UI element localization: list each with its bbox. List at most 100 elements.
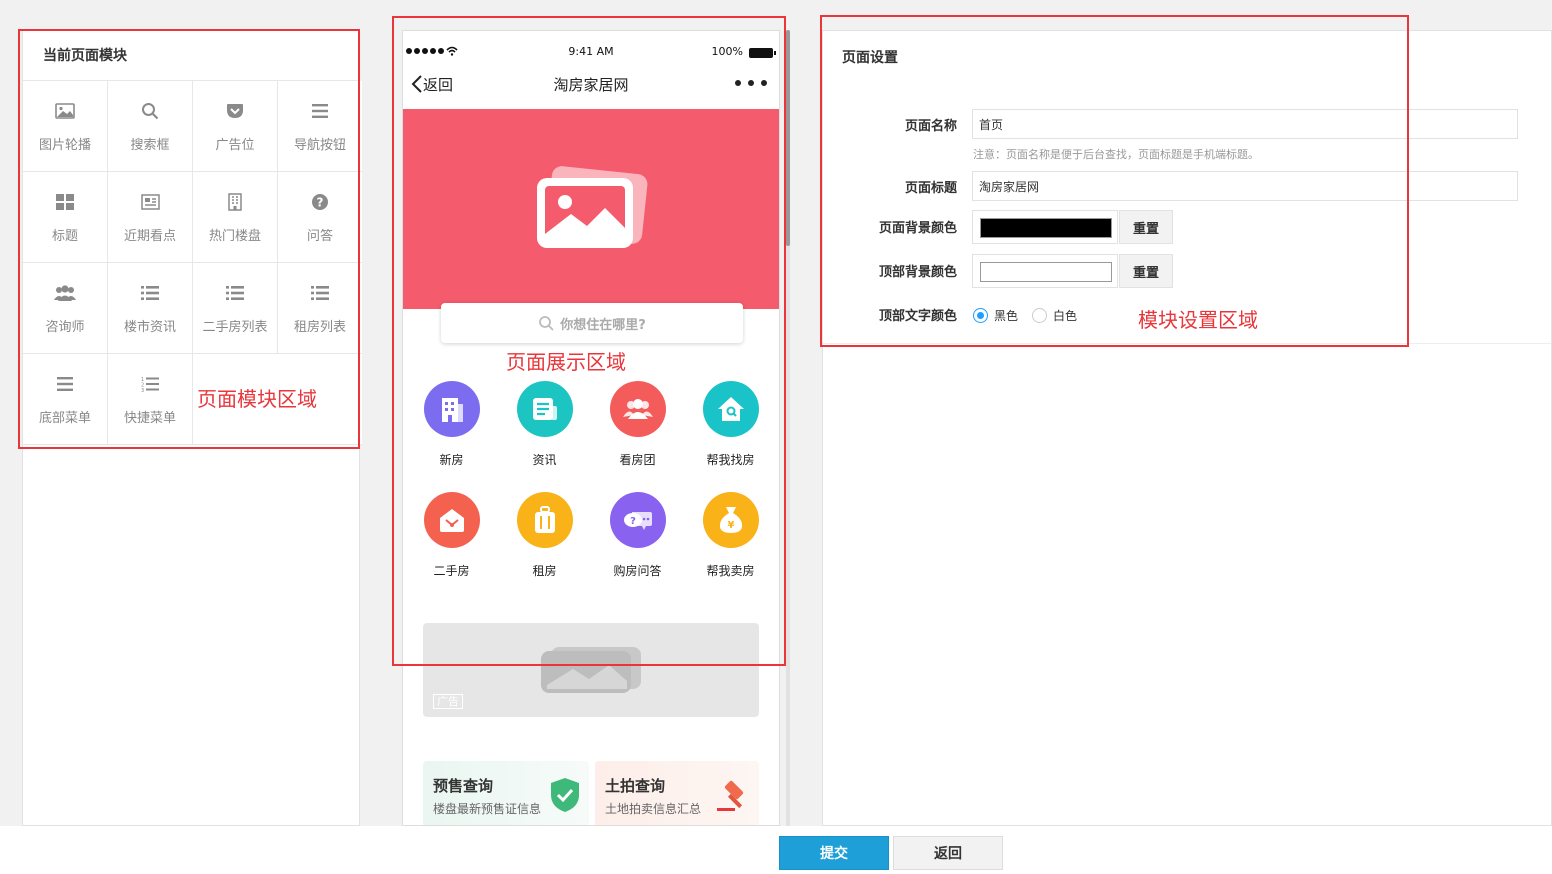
bg-color-reset-button[interactable]: 重置 <box>1119 210 1173 244</box>
preview-nav-item-5[interactable]: 二手房 <box>405 492 498 579</box>
preview-nav-item-1[interactable]: 新房 <box>405 381 498 468</box>
module-1[interactable]: 图片轮播 <box>23 81 107 171</box>
more-icon[interactable] <box>735 80 767 86</box>
bg-color-picker[interactable] <box>972 210 1118 244</box>
module-5[interactable]: 标题 <box>23 172 107 262</box>
module-11[interactable]: 二手房列表 <box>193 263 277 353</box>
svg-text:¥: ¥ <box>727 520 734 531</box>
module-7[interactable]: 热门楼盘 <box>193 172 277 262</box>
status-bar: 9:41 AM 100% <box>403 43 779 63</box>
module-6[interactable]: 近期看点 <box>108 172 192 262</box>
top-bg-color-reset-button[interactable]: 重置 <box>1119 254 1173 288</box>
preview-nav-label: 看房团 <box>619 453 656 467</box>
module-label: 导航按钮 <box>293 137 346 153</box>
radio-black-indicator[interactable] <box>973 308 988 323</box>
module-label: 近期看点 <box>123 228 176 244</box>
newspaper-icon <box>139 191 161 213</box>
group-icon <box>609 381 666 437</box>
top-text-color-radio-group: 黑色 白色 <box>973 307 1077 324</box>
preview-nav-item-7[interactable]: ? 购房问答 <box>591 492 684 579</box>
module-3[interactable]: 广告位 <box>193 81 277 171</box>
menu-icon <box>309 100 331 122</box>
module-14[interactable]: 1 2 3 快捷菜单 <box>108 354 192 444</box>
promo-land-card[interactable]: 土拍查询 土地拍卖信息汇总 <box>595 761 759 825</box>
module-4[interactable]: 导航按钮 <box>278 81 362 171</box>
preview-nav-label: 帮我找房 <box>706 453 755 467</box>
preview-nav-item-2[interactable]: 资讯 <box>498 381 591 468</box>
page-title-input[interactable] <box>972 171 1518 201</box>
module-label: 底部菜单 <box>38 410 91 426</box>
module-8[interactable]: ? 问答 <box>278 172 362 262</box>
radio-white-label: 白色 <box>1053 309 1078 323</box>
preview-nav-label: 资讯 <box>532 453 557 467</box>
settings-panel: 页面设置 页面名称 注意：页面名称是便于后台查找，页面标题是手机端标题。 页面标… <box>822 30 1552 826</box>
preview-nav-item-8[interactable]: ¥ 帮我卖房 <box>684 492 777 579</box>
module-12[interactable]: 租房列表 <box>278 263 362 353</box>
list-icon <box>309 282 331 304</box>
bg-color-swatch[interactable] <box>980 218 1112 238</box>
preview-nav-item-6[interactable]: 租房 <box>498 492 591 579</box>
module-label: 快捷菜单 <box>123 410 176 426</box>
preview-banner[interactable] <box>403 109 779 309</box>
preview-nav-item-3[interactable]: 看房团 <box>591 381 684 468</box>
search-icon <box>139 100 161 122</box>
module-label: 热门楼盘 <box>208 228 261 244</box>
page-name-input[interactable] <box>972 109 1518 139</box>
page-name-hint: 注意：页面名称是便于后台查找，页面标题是手机端标题。 <box>973 148 1259 161</box>
module-2[interactable]: 搜索框 <box>108 81 192 171</box>
building-icon <box>423 381 480 437</box>
top-bg-color-swatch[interactable] <box>980 262 1112 282</box>
battery-text: 100% <box>711 45 743 58</box>
settings-divider <box>823 343 1551 344</box>
radio-white[interactable]: 白色 <box>1032 307 1077 324</box>
return-button[interactable]: 返回 <box>893 836 1003 870</box>
luggage-icon <box>516 492 573 548</box>
svg-text:?: ? <box>317 195 324 209</box>
promo-presale-card[interactable]: 预售查询 楼盘最新预售证信息 <box>423 761 589 825</box>
module-label: 图片轮播 <box>38 137 91 153</box>
image-placeholder-icon <box>537 166 648 248</box>
menu-icon <box>54 373 76 395</box>
preview-search-box[interactable]: 你想住在哪里? <box>441 303 743 343</box>
module-9[interactable]: 咨询师 <box>23 263 107 353</box>
footer-bar: 提交 返回 <box>0 826 1552 874</box>
question-icon: ? <box>309 191 331 213</box>
module-area-annotation: 页面模块区域 <box>197 387 317 411</box>
preview-nav-item-4[interactable]: 帮我找房 <box>684 381 777 468</box>
preview-nav-label: 帮我卖房 <box>706 564 755 578</box>
radio-black-label: 黑色 <box>994 309 1019 323</box>
module-label: 租房列表 <box>293 319 346 335</box>
module-13[interactable]: 底部菜单 <box>23 354 107 444</box>
preview-nav-label: 购房问答 <box>613 564 662 578</box>
module-label: 问答 <box>306 228 333 244</box>
radio-white-indicator[interactable] <box>1032 308 1048 323</box>
pocket-icon <box>224 100 246 122</box>
submit-button[interactable]: 提交 <box>779 836 889 870</box>
module-label: 标题 <box>51 228 78 244</box>
list-icon <box>224 282 246 304</box>
news-icon <box>516 381 573 437</box>
preview-nav-label: 租房 <box>532 564 557 578</box>
radio-black[interactable]: 黑色 <box>973 307 1018 324</box>
list-icon <box>139 282 161 304</box>
top-bg-color-picker[interactable] <box>972 254 1118 288</box>
house-search-icon <box>702 381 759 437</box>
module-label: 二手房列表 <box>202 319 268 335</box>
preview-ad-slot[interactable]: 广告 <box>423 623 759 717</box>
battery-icon <box>749 48 776 58</box>
svg-text:?: ? <box>630 516 636 527</box>
building-icon <box>224 191 246 213</box>
top-strip <box>0 0 1552 30</box>
preview-nav-title: 淘房家居网 <box>553 76 629 94</box>
ad-image-placeholder-icon <box>541 647 641 693</box>
money-bag-icon: ¥ <box>702 492 759 548</box>
preview-scrollbar-thumb[interactable] <box>786 30 790 246</box>
preview-navbar: 返回 淘房家居网 <box>403 71 779 97</box>
module-label: 咨询师 <box>45 319 85 335</box>
top-text-color-label: 顶部文字颜色 <box>878 309 957 324</box>
preview-nav-grid: 新房 资讯 看房团 帮我找房 二手房 租房? 购房问答 ¥ 帮我卖房 <box>403 381 779 579</box>
preview-search-placeholder: 你想住在哪里? <box>560 317 646 333</box>
module-10[interactable]: 楼市资讯 <box>108 263 192 353</box>
grid-icon <box>54 191 76 213</box>
preview-nav-label: 二手房 <box>433 564 470 578</box>
